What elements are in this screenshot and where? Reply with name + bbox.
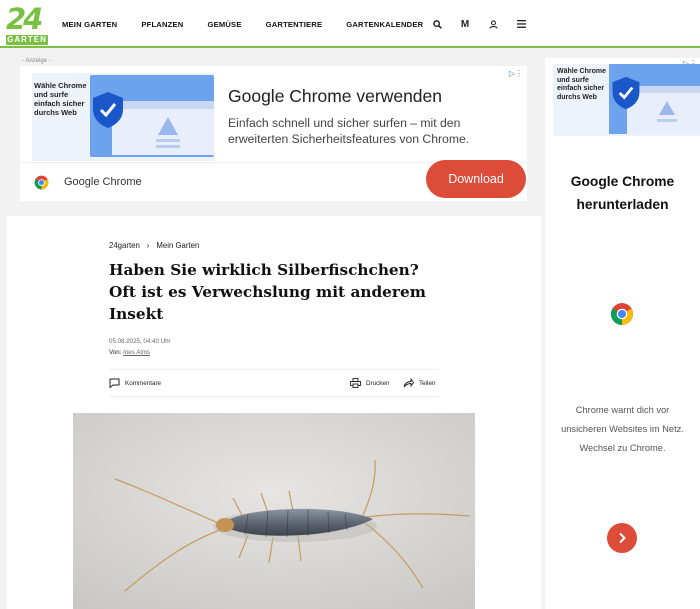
comment-icon bbox=[109, 378, 120, 388]
nav-item-mein-garten[interactable]: MEIN GARTEN bbox=[62, 20, 117, 29]
author-prefix: Von: bbox=[109, 349, 122, 356]
printer-icon bbox=[350, 378, 361, 388]
share-button[interactable]: Teilen bbox=[403, 378, 435, 388]
menu-icon[interactable] bbox=[507, 14, 535, 34]
nav-item-gartenkalender[interactable]: GARTENKALENDER bbox=[346, 20, 423, 29]
side-ad-description: Chrome warnt dich vor unsicheren Website… bbox=[561, 405, 684, 453]
share-icon bbox=[403, 378, 414, 388]
side-ad-title[interactable]: Google Chrome herunterladen bbox=[545, 170, 700, 216]
breadcrumb-item-home[interactable]: 24garten bbox=[109, 241, 140, 250]
article-date: 05.08.2025, 04:40 Uhr bbox=[109, 338, 171, 345]
shield-icon bbox=[92, 91, 124, 129]
logo-word: GARTEN bbox=[6, 35, 48, 45]
download-button[interactable]: Download bbox=[426, 160, 526, 198]
article-author: Von: Ines Alms bbox=[109, 349, 150, 356]
article-actions: Kommentare Drucken Teilen bbox=[109, 369, 439, 397]
nav-item-pflanzen[interactable]: PFLANZEN bbox=[141, 20, 183, 29]
ad-brand-name: Google Chrome bbox=[64, 176, 142, 188]
author-link[interactable]: Ines Alms bbox=[123, 349, 150, 356]
site-header: 24 GARTEN MEIN GARTEN PFLANZEN GEMÜSE GA… bbox=[0, 0, 700, 48]
article-headline: Haben Sie wirklich Silberfischchen? Oft … bbox=[109, 261, 426, 323]
article-hero-image[interactable] bbox=[73, 413, 475, 609]
search-icon[interactable] bbox=[423, 14, 451, 34]
nav-item-gartentiere[interactable]: GARTENTIERE bbox=[266, 20, 323, 29]
side-ad-thumbnail[interactable]: Wähle Chrome und surfe einfach sicher du… bbox=[553, 64, 700, 136]
ad-thumbnail-window bbox=[112, 101, 214, 155]
chevron-right-icon bbox=[619, 532, 626, 544]
user-icon[interactable] bbox=[479, 14, 507, 34]
breadcrumb: 24garten › Mein Garten bbox=[109, 241, 199, 250]
logo-number: 24 bbox=[6, 4, 48, 34]
print-button[interactable]: Drucken bbox=[350, 378, 389, 388]
ad-thumbnail-text: Wähle Chrome und surfe einfach sicher du… bbox=[34, 81, 87, 117]
side-ad-thumbnail-text: Wähle Chrome und surfe einfach sicher du… bbox=[557, 68, 607, 101]
ad-title[interactable]: Google Chrome verwenden bbox=[228, 86, 442, 107]
chrome-logo-icon bbox=[610, 302, 634, 326]
share-label: Teilen bbox=[419, 379, 436, 387]
main-nav: MEIN GARTEN PFLANZEN GEMÜSE GARTENTIERE … bbox=[62, 0, 447, 48]
print-label: Drucken bbox=[366, 379, 390, 387]
side-shield-icon bbox=[611, 76, 641, 110]
chrome-logo-icon bbox=[34, 175, 49, 190]
ad-banner[interactable]: ▷⋮ Wähle Chrome und surfe einfach sicher… bbox=[20, 66, 527, 201]
side-ad[interactable]: ▷⋮ Wähle Chrome und surfe einfach sicher… bbox=[545, 58, 700, 609]
ad-description: Einfach schnell und sicher surfen – mit … bbox=[228, 116, 470, 146]
mail-icon[interactable]: M bbox=[451, 14, 479, 34]
silverfish-image bbox=[73, 413, 475, 609]
site-logo[interactable]: 24 GARTEN bbox=[6, 4, 48, 45]
article-card: 24garten › Mein Garten Haben Sie wirklich … bbox=[7, 216, 541, 609]
ad-footer: Google Chrome Download bbox=[20, 160, 527, 201]
adchoices-icon[interactable]: ▷⋮ bbox=[509, 69, 523, 78]
comments-button[interactable]: Kommentare bbox=[109, 378, 161, 388]
comments-label: Kommentare bbox=[125, 379, 162, 387]
ad-thumbnail[interactable]: Wähle Chrome und surfe einfach sicher du… bbox=[32, 73, 214, 161]
breadcrumb-item-section[interactable]: Mein Garten bbox=[156, 241, 199, 250]
ad-label: - Anzeige - bbox=[22, 58, 51, 64]
header-icons: M bbox=[423, 0, 535, 48]
breadcrumb-separator: › bbox=[146, 241, 150, 250]
side-ad-next-button[interactable] bbox=[607, 523, 637, 553]
nav-item-gemuese[interactable]: GEMÜSE bbox=[207, 20, 241, 29]
